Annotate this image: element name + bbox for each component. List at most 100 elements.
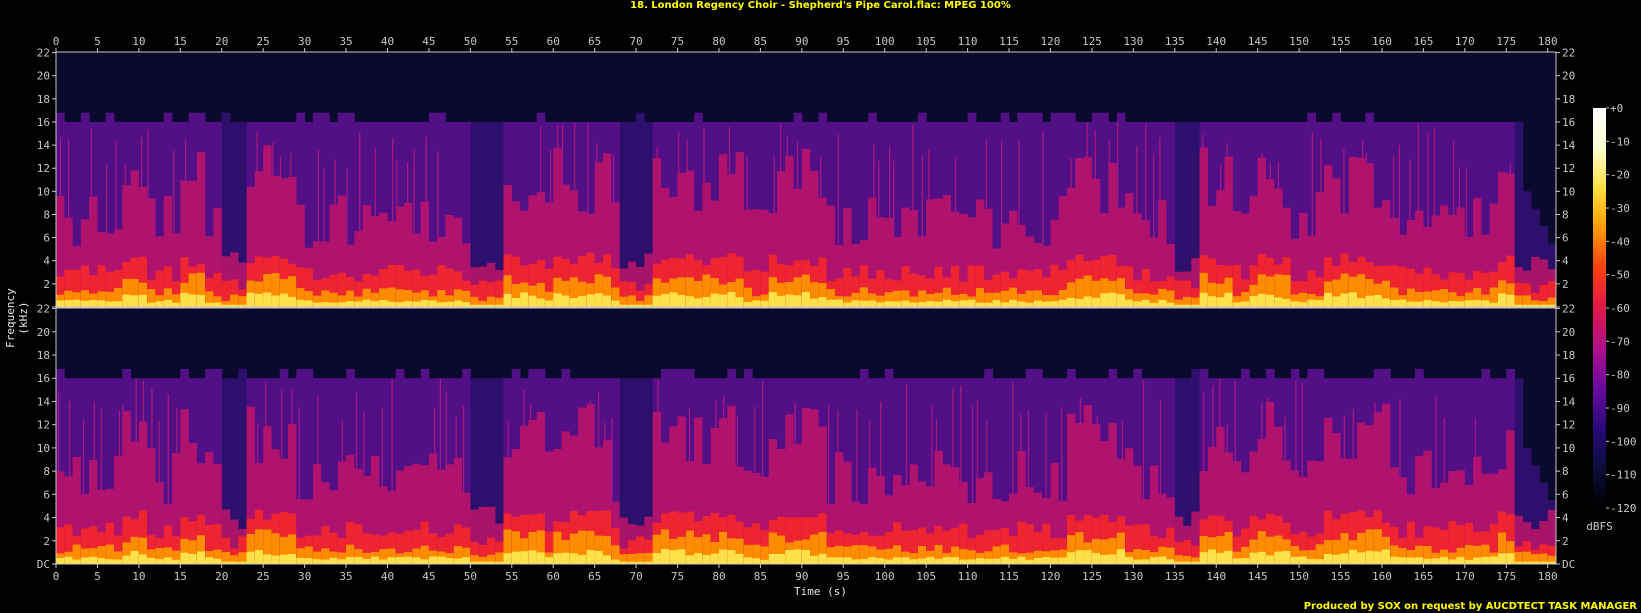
spectrogram-band-base xyxy=(752,558,761,564)
transient-streak xyxy=(657,378,659,413)
spectrogram-band-base xyxy=(1125,557,1134,564)
spectrogram-band-base xyxy=(801,550,811,564)
spectrogram-band-base xyxy=(594,293,604,307)
spectrogram-band-base xyxy=(594,550,604,564)
spectrogram-band-base xyxy=(1473,300,1482,307)
x-tick-label-top: 30 xyxy=(298,35,311,48)
spectrogram-band-base xyxy=(1257,293,1267,307)
transient-streak xyxy=(396,158,398,207)
channel-2-spectrogram xyxy=(56,308,1557,564)
transient-streak xyxy=(728,126,731,175)
x-tick-label-top: 15 xyxy=(174,35,187,48)
spectrogram-band-base xyxy=(1423,558,1433,564)
transient-streak xyxy=(158,421,160,483)
transient-streak xyxy=(611,418,613,502)
transient-streak xyxy=(1000,140,1003,224)
transient-streak xyxy=(281,389,283,459)
spectrogram-band-base xyxy=(1050,557,1060,564)
spectrogram-band-base xyxy=(743,301,753,307)
transient-streak xyxy=(873,143,875,198)
transient-streak xyxy=(1219,379,1221,427)
spectrogram-band-base xyxy=(1199,292,1209,307)
transient-streak xyxy=(794,402,796,444)
x-tick-label-top: 75 xyxy=(671,35,684,48)
spectrogram-band-base xyxy=(304,558,314,564)
x-tick-label-bottom: 180 xyxy=(1538,570,1558,583)
spectrogram-band-base xyxy=(1158,299,1167,307)
spectrogram-band-base xyxy=(1116,294,1126,307)
transient-streak xyxy=(279,156,282,179)
y-tick-label-right: 8 xyxy=(1562,465,1569,478)
spectrogram-band-base xyxy=(1133,301,1143,307)
transient-streak xyxy=(796,141,799,189)
spectrogram-band-base xyxy=(520,551,529,564)
spectrogram-band-base xyxy=(1232,302,1242,307)
spectrogram-band-base xyxy=(1232,558,1242,564)
colorbar-tick: -110 xyxy=(1606,469,1637,482)
x-tick-label-bottom: 85 xyxy=(754,570,767,583)
spectrogram-band-base xyxy=(1241,558,1250,564)
spectrogram-band-base xyxy=(163,557,173,564)
spectrogram-band-base xyxy=(1373,294,1383,307)
transient-streak xyxy=(413,149,415,234)
spectrogram-band-base xyxy=(304,300,314,307)
transient-streak xyxy=(93,401,95,460)
spectrogram-band-base xyxy=(536,552,546,564)
spectrogram-band-base xyxy=(1481,300,1491,307)
x-tick-label-bottom: 35 xyxy=(339,570,352,583)
y-tick-label-left: 22 xyxy=(37,47,50,60)
y-tick-label-right: 6 xyxy=(1562,488,1569,501)
transient-streak xyxy=(1234,380,1236,462)
spectrogram-band-base xyxy=(586,294,596,307)
y-tick-label-right: 12 xyxy=(1562,162,1575,175)
spectrogram-band-base xyxy=(1307,299,1317,307)
spectrogram-band-base xyxy=(1390,299,1399,307)
transient-streak xyxy=(1399,398,1401,478)
spectrogram-band-base xyxy=(1166,302,1176,307)
x-tick-label-bottom: 95 xyxy=(837,570,850,583)
colorbar-tick-label: -40 xyxy=(1610,235,1630,248)
spectrogram-band-base xyxy=(602,555,612,564)
spectrogram-band-base xyxy=(205,302,214,307)
transient-streak xyxy=(407,162,409,203)
spectrogram-band-base xyxy=(404,556,413,564)
transient-streak xyxy=(272,142,274,176)
spectrogram-band-base xyxy=(1489,556,1499,564)
transient-streak xyxy=(596,143,598,163)
spectrogram-band-base xyxy=(586,550,596,564)
spectrogram-band-base xyxy=(321,559,330,564)
spectrogram-band-base xyxy=(702,297,712,307)
spectrogram-band-base xyxy=(1141,299,1151,307)
transient-streak xyxy=(1458,166,1461,208)
transient-streak xyxy=(715,399,717,428)
spectrogram-band-base xyxy=(810,298,819,307)
transient-streak xyxy=(880,401,882,476)
transient-streak xyxy=(1267,398,1269,402)
spectrogram-band-base xyxy=(370,301,380,307)
channel-1-spectrogram xyxy=(56,52,1557,307)
transient-streak xyxy=(323,167,325,242)
spectrogram-band-base xyxy=(1365,295,1375,307)
spectrogram-band-base xyxy=(420,299,430,307)
transient-streak xyxy=(1311,132,1313,236)
x-tick-label-top: 45 xyxy=(422,35,435,48)
spectrogram-band-base xyxy=(760,300,770,307)
transient-streak xyxy=(124,163,126,186)
spectrogram-band-base xyxy=(544,557,554,564)
transient-streak xyxy=(1012,382,1014,494)
spectrogram-band-base xyxy=(163,299,173,307)
spectrogram-band-base xyxy=(718,549,728,564)
spectrogram-band-base xyxy=(1373,551,1383,564)
y-tick-label-left: 16 xyxy=(37,372,50,385)
spectrogram-band-base xyxy=(462,557,471,564)
spectrogram-band-base xyxy=(395,302,405,307)
x-tick-label-top: 95 xyxy=(837,35,850,48)
y-tick-label-left: 10 xyxy=(37,442,50,455)
y-tick-label-left: 12 xyxy=(37,162,50,175)
x-tick-label-bottom: 120 xyxy=(1041,570,1061,583)
colorbar-tick-label: -110 xyxy=(1610,469,1637,482)
colorbar-tick-label: -20 xyxy=(1610,169,1630,182)
spectrogram-band-base xyxy=(677,294,687,307)
x-tick-label-top: 145 xyxy=(1248,35,1268,48)
transient-streak xyxy=(746,155,748,210)
